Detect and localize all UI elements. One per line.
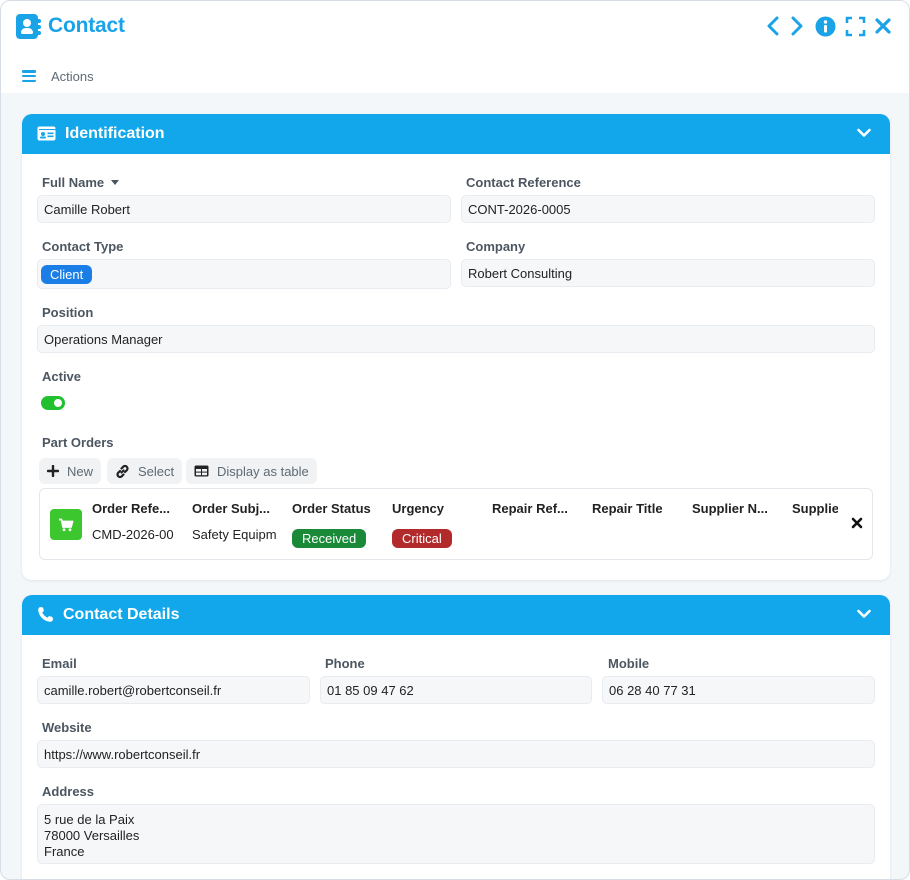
previous-record-button[interactable]	[762, 15, 784, 37]
website-field[interactable]: https://www.robertconseil.fr	[37, 740, 875, 768]
email-label: Email	[42, 656, 77, 671]
address-line: 78000 Versailles	[44, 828, 140, 843]
close-window-button[interactable]	[872, 15, 894, 37]
website-label: Website	[42, 720, 92, 735]
company-field[interactable]: Robert Consulting	[461, 259, 875, 287]
order-status-badge: Received	[292, 529, 367, 548]
shopping-cart-icon	[59, 518, 74, 531]
new-order-label: New	[67, 463, 94, 479]
table-icon	[194, 465, 209, 477]
part-orders-list: Order Refe... Order Subj... Order Status…	[39, 488, 873, 560]
address-field[interactable]: 5 rue de la Paix 78000 Versailles France	[37, 804, 875, 864]
display-as-table-label: Display as table	[217, 463, 309, 479]
id-card-icon	[37, 126, 56, 141]
select-order-button[interactable]: Select	[107, 458, 183, 484]
phone-field[interactable]: 01 85 09 47 62	[320, 676, 592, 704]
next-record-button[interactable]	[786, 15, 808, 37]
active-toggle[interactable]	[41, 396, 65, 410]
sort-caret-icon[interactable]	[111, 180, 120, 186]
contact-type-field[interactable]: Client	[37, 259, 451, 289]
column-header[interactable]: Order Subj...	[192, 501, 280, 516]
contact-details-panel-header[interactable]: Contact Details	[22, 595, 890, 635]
chevron-down-icon[interactable]	[857, 609, 871, 619]
column-header[interactable]: Supplier N...	[692, 501, 780, 516]
chevron-right-icon	[791, 16, 803, 36]
actions-menu[interactable]: Actions	[22, 67, 94, 85]
position-value: Operations Manager	[44, 331, 163, 347]
part-orders-label: Part Orders	[42, 435, 114, 450]
company-value: Robert Consulting	[468, 265, 573, 281]
phone-label: Phone	[325, 656, 365, 671]
phone-value: 01 85 09 47 62	[327, 682, 414, 698]
urgency-badge: Critical	[392, 529, 452, 548]
address-label: Address	[42, 784, 95, 799]
active-label: Active	[42, 369, 82, 384]
column-header[interactable]: Repair Title	[592, 501, 680, 516]
display-as-table-button[interactable]: Display as table	[186, 458, 317, 484]
new-order-button[interactable]: New	[39, 458, 102, 484]
chevron-left-icon	[767, 16, 779, 36]
full-name-value: Camille Robert	[44, 201, 130, 217]
select-order-label: Select	[138, 463, 175, 479]
contact-type-badge: Client	[41, 264, 93, 284]
info-button[interactable]	[814, 15, 836, 37]
website-value: https://www.robertconseil.fr	[44, 746, 201, 762]
identification-title: Identification	[65, 125, 165, 142]
hamburger-menu-icon[interactable]	[22, 70, 36, 82]
plus-icon	[47, 465, 59, 477]
full-name-field[interactable]: Camille Robert	[37, 195, 451, 223]
full-name-label[interactable]: Full Name	[42, 175, 120, 190]
column-header[interactable]: Repair Ref...	[492, 501, 580, 516]
close-icon	[875, 18, 891, 34]
column-header[interactable]: Order Status	[292, 501, 380, 516]
remove-row-icon[interactable]	[851, 517, 863, 529]
urgency-cell[interactable]: Critical	[392, 529, 452, 548]
contact-type-label: Contact Type	[42, 239, 124, 254]
address-line: 5 rue de la Paix	[44, 812, 135, 827]
contact-window: Contact Actions Identification Full Name…	[0, 0, 910, 880]
column-header[interactable]: Order Refe...	[92, 501, 180, 516]
identification-panel-header[interactable]: Identification	[22, 114, 890, 154]
order-status-cell[interactable]: Received	[292, 529, 367, 548]
contact-card-icon	[16, 14, 41, 39]
window-header: Contact Actions	[1, 1, 909, 93]
actions-label[interactable]: Actions	[51, 69, 94, 84]
contact-reference-label: Contact Reference	[466, 175, 581, 190]
full-name-label-text: Full Name	[42, 175, 105, 190]
order-row-icon-button[interactable]	[50, 509, 82, 540]
window-title: Contact	[48, 14, 125, 37]
order-reference-cell[interactable]: CMD-2026-00	[92, 527, 178, 542]
mobile-value: 06 28 40 77 31	[609, 682, 696, 698]
contact-details-title: Contact Details	[63, 606, 180, 623]
order-subject-cell[interactable]: Safety Equipm	[192, 527, 278, 542]
address-line: France	[44, 844, 85, 859]
fullscreen-icon	[845, 16, 865, 36]
column-header[interactable]: Urgency	[392, 501, 480, 516]
contact-reference-field[interactable]: CONT-2026-0005	[461, 195, 875, 223]
company-label: Company	[466, 239, 526, 254]
position-label: Position	[42, 305, 94, 320]
position-field[interactable]: Operations Manager	[37, 325, 875, 353]
mobile-field[interactable]: 06 28 40 77 31	[602, 676, 875, 704]
chevron-down-icon[interactable]	[857, 128, 871, 138]
phone-icon	[38, 607, 53, 622]
info-icon	[815, 16, 835, 36]
email-field[interactable]: camille.robert@robertconseil.fr	[37, 676, 310, 704]
column-header[interactable]: Supplie	[792, 501, 838, 516]
link-icon	[116, 464, 129, 478]
email-value: camille.robert@robertconseil.fr	[44, 682, 222, 698]
contact-reference-value: CONT-2026-0005	[468, 201, 571, 217]
fullscreen-button[interactable]	[844, 15, 866, 37]
mobile-label: Mobile	[608, 656, 650, 671]
